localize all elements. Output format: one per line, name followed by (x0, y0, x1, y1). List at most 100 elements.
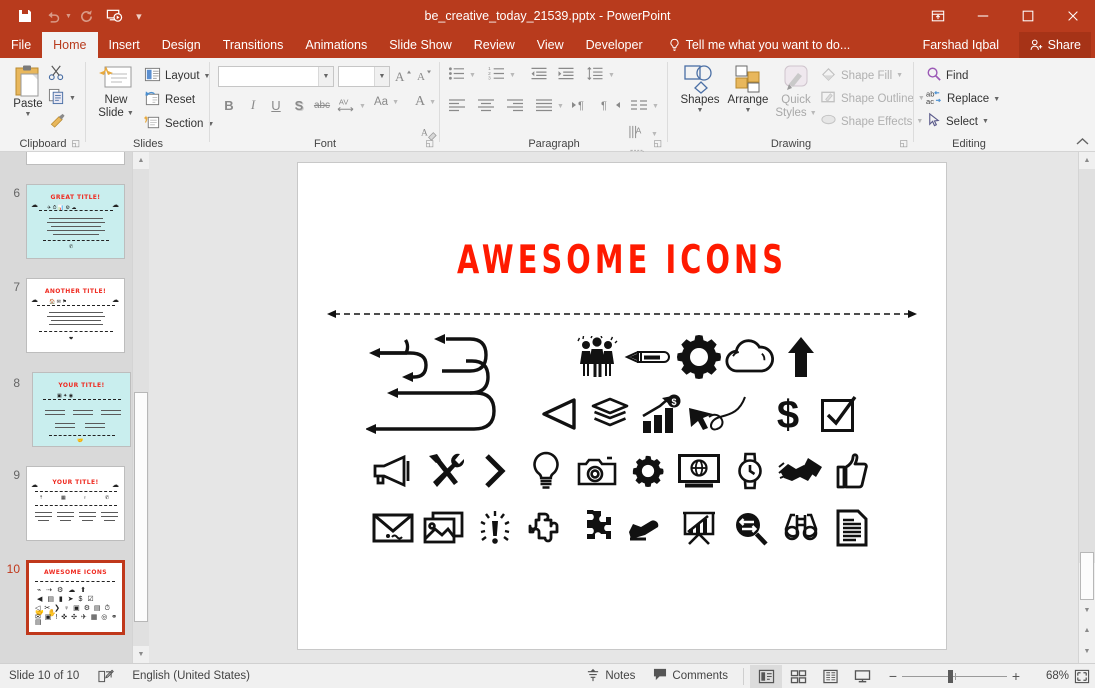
previous-slide-button[interactable]: ▲ (1079, 622, 1095, 639)
tab-slide-show[interactable]: Slide Show (378, 32, 463, 58)
tab-developer[interactable]: Developer (575, 32, 654, 58)
justify-button[interactable]: ▼ (535, 98, 564, 115)
strikethrough-button[interactable]: abc (311, 94, 333, 116)
select-button[interactable]: Select ▼ (926, 112, 989, 131)
clear-formatting-button[interactable] (333, 65, 355, 87)
shapes-caret[interactable]: ▼ (697, 107, 704, 114)
clear-all-formatting-icon[interactable]: A (418, 123, 440, 145)
dollar-sign-icon[interactable]: $ (762, 389, 813, 439)
chevron-right-icon[interactable] (469, 446, 520, 496)
normal-view-button[interactable] (750, 664, 782, 688)
thumbnail-item-10[interactable]: 10 AWESOME ICONS ⌁ ⇢ ⚙ ☁ ⬆ ◀ ▤ ▮ ➤ $ ☑ ◁… (0, 560, 140, 635)
slide-title[interactable]: AWESOME ICONS (356, 238, 887, 283)
exclamation-alert-icon[interactable] (469, 503, 520, 553)
slide-thumbnail-pane[interactable]: 5 6 GREAT TITLE! ✈ ⏱ 📊 ⚙ ☁ ✆ ☁ ☁ (0, 152, 148, 663)
copy-button[interactable]: ▼ (48, 88, 76, 108)
italic-button[interactable]: I (242, 94, 264, 116)
replace-button[interactable]: ab ac Replace ▼ (926, 89, 1000, 109)
character-spacing-button[interactable]: AV ▼ (336, 96, 366, 116)
camera-icon[interactable] (571, 446, 622, 496)
align-right-button[interactable] (506, 98, 524, 115)
bar-chart-dollar-icon[interactable]: $ (635, 389, 686, 439)
align-left-button[interactable] (448, 98, 466, 115)
thumbnail-image[interactable] (26, 152, 125, 165)
cloud-icon[interactable] (724, 332, 775, 382)
columns-caret[interactable]: ▼ (652, 103, 659, 110)
account-name[interactable]: Farshad Iqbal (923, 32, 999, 58)
close-icon[interactable] (1050, 0, 1095, 32)
thumbnail-scrollbar-thumb[interactable] (134, 392, 148, 622)
zoom-out-button[interactable]: − (884, 668, 902, 684)
zoom-slider[interactable]: − + (878, 668, 1031, 684)
envelope-icon[interactable] (367, 503, 418, 553)
decrease-indent-button[interactable] (530, 66, 548, 84)
thumbnail-item-8[interactable]: YOUR TITLE! ▣ ✦ ◉ 🤝 8 (0, 372, 140, 447)
replace-caret[interactable]: ▼ (993, 96, 1000, 103)
tab-animations[interactable]: Animations (294, 32, 378, 58)
up-arrow-icon[interactable] (775, 332, 826, 382)
share-button[interactable]: Share (1018, 32, 1091, 58)
format-painter-button[interactable] (48, 112, 66, 132)
thumbnail-image[interactable]: YOUR TITLE! ⇡ ▦ ♀ ✆ ☁ ☁ (26, 466, 125, 541)
numbering-caret[interactable]: ▼ (509, 72, 516, 79)
line-spacing-caret[interactable]: ▼ (608, 72, 615, 79)
zoom-in-button[interactable]: + (1007, 668, 1025, 684)
shapes-button[interactable]: Shapes ▼ (676, 64, 724, 114)
zoom-thumb[interactable] (948, 669, 954, 683)
thumbnail-item-6[interactable]: 6 GREAT TITLE! ✈ ⏱ 📊 ⚙ ☁ ✆ ☁ ☁ (0, 184, 140, 259)
handshake-icon[interactable] (775, 446, 826, 496)
puzzle-piece-icon[interactable] (520, 503, 571, 553)
maximize-icon[interactable] (1005, 0, 1050, 32)
new-slide-button[interactable]: New Slide ▼ (92, 64, 140, 120)
megaphone-icon[interactable] (367, 446, 418, 496)
center-button[interactable] (477, 98, 495, 115)
change-case-button[interactable]: Aa ▼ (374, 96, 399, 108)
layout-button[interactable]: Layout ▼ (144, 66, 210, 86)
thumbnail-image[interactable]: GREAT TITLE! ✈ ⏱ 📊 ⚙ ☁ ✆ ☁ ☁ (26, 184, 125, 259)
comments-button[interactable]: Comments (644, 664, 737, 688)
binoculars-icon[interactable] (775, 503, 826, 553)
notes-button[interactable]: Notes (577, 664, 644, 688)
tell-me-search[interactable]: Tell me what you want to do... (668, 32, 850, 58)
shape-outline-button[interactable]: Shape Outline ▼ (820, 89, 925, 108)
tab-home[interactable]: Home (42, 32, 98, 58)
lightbulb-icon[interactable] (520, 446, 571, 496)
font-color-button[interactable]: A ▼ (415, 94, 436, 110)
shape-fill-caret[interactable]: ▼ (896, 72, 903, 79)
section-button[interactable]: Section ▼ (143, 114, 214, 134)
spellcheck-icon[interactable] (88, 664, 123, 688)
justify-caret[interactable]: ▼ (557, 103, 564, 110)
gear-small-icon[interactable] (622, 446, 673, 496)
character-spacing-caret[interactable]: ▼ (359, 103, 366, 110)
tab-insert[interactable]: Insert (98, 32, 151, 58)
scroll-up-arrow-icon[interactable]: ▲ (133, 152, 149, 169)
language-indicator[interactable]: English (United States) (123, 664, 259, 688)
shape-fill-button[interactable]: Shape Fill ▼ (820, 66, 903, 85)
tab-review[interactable]: Review (463, 32, 526, 58)
bullets-caret[interactable]: ▼ (469, 72, 476, 79)
thumbnail-image[interactable]: YOUR TITLE! ▣ ✦ ◉ 🤝 (32, 372, 131, 447)
wristwatch-icon[interactable] (724, 446, 775, 496)
scroll-down-arrow-icon[interactable]: ▼ (1079, 602, 1095, 619)
puzzle-cross-icon[interactable] (571, 503, 622, 553)
checkbox-checked-icon[interactable] (813, 389, 864, 439)
slideshow-button[interactable] (846, 665, 878, 688)
thumbnail-image-selected[interactable]: AWESOME ICONS ⌁ ⇢ ⚙ ☁ ⬆ ◀ ▤ ▮ ➤ $ ☑ ◁ ✂ … (26, 560, 125, 635)
monitor-globe-icon[interactable] (673, 446, 724, 496)
tab-design[interactable]: Design (151, 32, 212, 58)
document-lines-icon[interactable] (826, 503, 877, 553)
arrange-caret[interactable]: ▼ (745, 107, 752, 114)
redo-icon[interactable] (74, 3, 100, 29)
thumbnail-item-5[interactable]: 5 (0, 152, 140, 165)
save-icon[interactable] (12, 3, 38, 29)
thumbnail-pane-scrollbar[interactable]: ▲ ▼ (132, 152, 149, 663)
zoom-track[interactable] (902, 669, 1007, 683)
quick-styles-caret[interactable]: ▼ (810, 110, 817, 117)
thumbnail-item-9[interactable]: 9 YOUR TITLE! ⇡ ▦ ♀ ✆ ☁ ☁ (0, 466, 140, 541)
scroll-up-arrow-icon[interactable]: ▲ (1079, 152, 1095, 169)
slide-area-scrollbar[interactable]: ▲ ▼ ▲ ▼ (1078, 152, 1095, 663)
find-button[interactable]: Find (926, 66, 968, 85)
current-slide[interactable]: AWESOME ICONS $ $ (297, 162, 947, 650)
select-caret[interactable]: ▼ (982, 118, 989, 125)
photos-icon[interactable] (418, 503, 469, 553)
